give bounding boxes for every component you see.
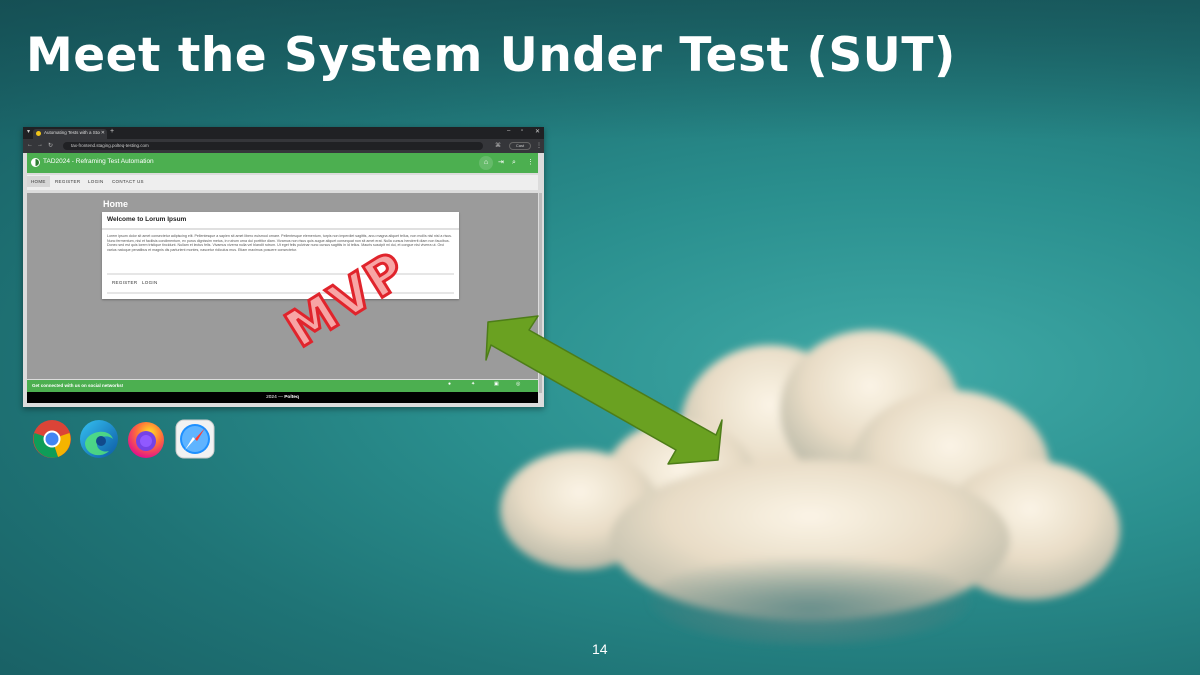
slide-title: Meet the System Under Test (SUT) [26, 28, 956, 83]
firefox-icon [128, 422, 164, 458]
safari-icon [175, 419, 215, 459]
page-number: 14 [592, 641, 608, 657]
close-window-icon[interactable]: ✕ [535, 128, 540, 135]
card-login-button[interactable]: LOGIN [142, 280, 158, 285]
copyright-brand: Polteq [284, 395, 299, 400]
new-tab-icon[interactable]: + [110, 128, 114, 135]
tab-menu-icon[interactable]: ▾ [27, 128, 30, 135]
social-footer: Get connected with us on social networks… [27, 380, 538, 392]
browser-menu-icon[interactable]: ⋮ [536, 142, 542, 149]
page-heading: Home [103, 199, 129, 209]
app-bar: TAD2024 - Reframing Test Automation ⌂ ⇥ … [27, 153, 538, 173]
url-text: tax-frontend.staging.polteq-testing.com [71, 143, 149, 148]
nav-home[interactable]: HOME [27, 176, 50, 187]
cast-button[interactable]: Cast [509, 142, 531, 150]
card-title: Welcome to Lorum Ipsum [107, 216, 187, 223]
facebook-icon[interactable]: ● [448, 381, 451, 387]
theme-toggle-icon[interactable] [31, 158, 40, 167]
nav-contact[interactable]: CONTACT US [112, 179, 144, 184]
nav-bar: HOME REGISTER LOGIN CONTACT US [27, 175, 538, 190]
tab-close-icon[interactable]: ✕ [101, 130, 105, 136]
minimize-icon[interactable]: – [507, 128, 510, 134]
nav-register[interactable]: REGISTER [55, 179, 80, 184]
copyright-footer: 2024 — Polteq [27, 392, 538, 403]
browser-screenshot: ▾ Automating Tests with a Story... ✕ + –… [23, 127, 544, 407]
edge-icon [80, 420, 118, 458]
forward-icon[interactable]: → [37, 142, 43, 148]
social-text: Get connected with us on social networks… [32, 383, 124, 388]
home-icon[interactable]: ⌂ [479, 156, 493, 170]
favicon-icon [36, 131, 41, 136]
address-bar-row: ← → ↻ tax-frontend.staging.polteq-testin… [23, 139, 544, 153]
copyright-prefix: 2024 — [266, 395, 285, 400]
tab-title: Automating Tests with a Story... [44, 130, 100, 135]
chrome-icon [33, 420, 71, 458]
search-icon[interactable]: ⌕ [512, 157, 516, 169]
double-arrow-icon [485, 315, 723, 465]
url-field[interactable]: tax-frontend.staging.polteq-testing.com [63, 142, 483, 150]
browser-tab[interactable]: Automating Tests with a Story... ✕ [33, 129, 107, 139]
tab-strip: ▾ Automating Tests with a Story... ✕ + –… [23, 127, 544, 139]
more-icon[interactable]: ⋮ [527, 157, 534, 169]
slide: Meet the System Under Test (SUT) ▾ Autom… [0, 0, 1200, 675]
nav-login[interactable]: LOGIN [88, 179, 104, 184]
main-content: Home Welcome to Lorum Ipsum Lorem ipsum … [27, 193, 538, 379]
maximize-icon[interactable]: ▫ [521, 128, 523, 134]
card-register-button[interactable]: REGISTER [112, 280, 137, 285]
reload-icon[interactable]: ↻ [48, 142, 53, 149]
login-icon[interactable]: ⇥ [498, 157, 504, 169]
app-title: TAD2024 - Reframing Test Automation [43, 158, 154, 165]
back-icon[interactable]: ← [27, 142, 33, 148]
twitter-icon[interactable]: ✦ [471, 381, 475, 387]
cast-label: Cast [515, 143, 525, 148]
translate-icon[interactable]: ⌘ [495, 142, 501, 149]
